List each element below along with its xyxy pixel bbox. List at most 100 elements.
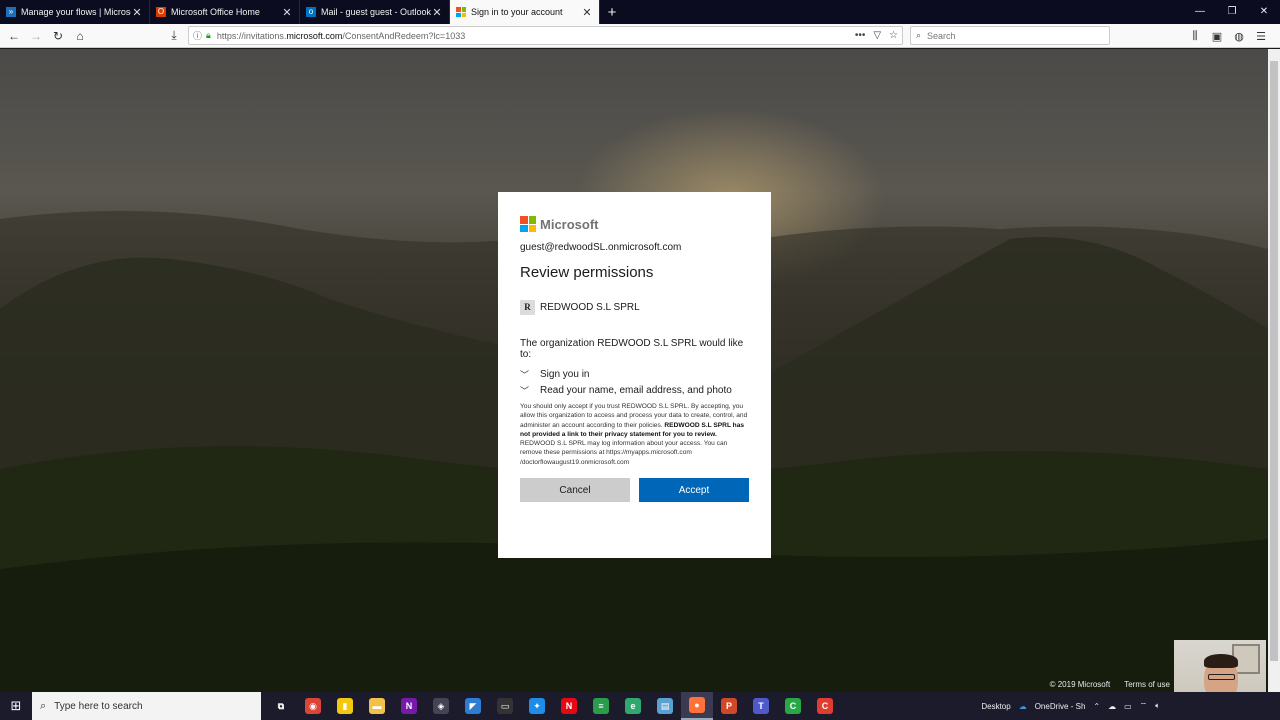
tab-office-home[interactable]: O Microsoft Office Home ✕ <box>150 0 300 24</box>
taskbar-apps: ⧉ ◉ ▮ ▬ N ◈ ◤ ▭ ✦ N ≡ e ▤ ● P T C C <box>265 692 841 720</box>
sidebar-icon[interactable]: ▣ <box>1206 30 1228 43</box>
tab-sign-in[interactable]: Sign in to your account ✕ <box>450 0 600 24</box>
taskbar-app-camtasia-green[interactable]: C <box>777 692 809 720</box>
cancel-button[interactable]: Cancel <box>520 478 630 503</box>
tab-label: Sign in to your account <box>471 7 563 17</box>
taskbar-search-box[interactable]: ⌕ Type here to search <box>32 692 261 720</box>
url-prefix: https://invitations. <box>216 30 287 41</box>
terms-of-use-link[interactable]: Terms of use <box>1124 680 1170 689</box>
taskbar-app-file-explorer[interactable]: ▬ <box>361 692 393 720</box>
permission-read-profile[interactable]: ﹀ Read your name, email address, and pho… <box>520 384 749 397</box>
search-icon: ⌕ <box>40 699 47 712</box>
browser-tab-bar: » Manage your flows | Microsoft ✕ O Micr… <box>0 0 1280 24</box>
file-explorer-icon: ▬ <box>369 698 385 714</box>
windows-taskbar: ⊞ ⌕ Type here to search ⧉ ◉ ▮ ▬ N ◈ ◤ ▭ ✦ N ≡ e ▤ ● P T… <box>0 692 1280 720</box>
forward-icon[interactable]: → <box>25 29 47 43</box>
taskbar-search-placeholder: Type here to search <box>54 700 143 712</box>
download-icon[interactable]: ⤓ <box>163 28 185 43</box>
tab-manage-flows[interactable]: » Manage your flows | Microsoft ✕ <box>0 0 150 24</box>
permission-sign-in[interactable]: ﹀ Sign you in <box>520 368 749 381</box>
stack-icon: ≡ <box>593 698 609 714</box>
volume-icon[interactable]: 🔈︎ <box>1155 701 1160 711</box>
network-icon[interactable]: ⌔ <box>1140 701 1148 711</box>
info-icon[interactable]: ⓘ <box>193 29 202 42</box>
chevron-up-icon[interactable]: ⌃ <box>1093 702 1100 711</box>
taskbar-app-edge[interactable]: e <box>617 692 649 720</box>
firefox-icon: ● <box>689 697 705 713</box>
office-icon: O <box>156 7 166 17</box>
taskbar-app-powerbi[interactable]: ▮ <box>329 692 361 720</box>
taskbar-app-task-view[interactable]: ⧉ <box>265 692 297 720</box>
taskbar-app-camtasia-red[interactable]: C <box>809 692 841 720</box>
outlook-icon: o <box>306 7 316 17</box>
page-actions-icon[interactable]: ••• <box>855 30 866 41</box>
person-hair <box>1204 654 1238 668</box>
brand-name: Microsoft <box>540 216 599 232</box>
library-icon[interactable]: ⫼ <box>1184 30 1206 43</box>
tab-outlook-mail[interactable]: o Mail - guest guest - Outlook ✕ <box>300 0 450 24</box>
close-tab-icon[interactable]: ✕ <box>281 6 293 19</box>
reload-icon[interactable]: ↻ <box>47 29 69 43</box>
taskbar-app-firefox[interactable]: ● <box>681 692 713 720</box>
bookmark-star-icon[interactable]: ☆ <box>889 30 898 41</box>
permissions-intro: The organization REDWOOD S.L SPRL would … <box>520 338 744 360</box>
taskbar-app-visual-studio[interactable]: ◤ <box>457 692 489 720</box>
url-bar[interactable]: ⓘ 🔒︎ https://invitations.microsoft.com/C… <box>188 26 903 45</box>
search-placeholder: Search <box>927 30 956 41</box>
powerbi-icon: ▮ <box>337 698 353 714</box>
notepad-icon: ▤ <box>657 698 673 714</box>
page-footer: © 2019 Microsoft Terms of use <box>1050 680 1170 689</box>
windows-start-icon[interactable]: ⊞ <box>0 692 32 720</box>
taskbar-app-mindmap[interactable]: ◈ <box>425 692 457 720</box>
permission-label: Read your name, email address, and photo <box>540 385 732 396</box>
menu-icon[interactable]: ☰ <box>1250 30 1272 43</box>
taskbar-app-netflix[interactable]: N <box>553 692 585 720</box>
back-icon[interactable]: ← <box>3 29 25 43</box>
tab-label: Mail - guest guest - Outlook <box>321 7 431 17</box>
taskbar-app-notepad[interactable]: ▤ <box>649 692 681 720</box>
pocket-icon[interactable]: ▽ <box>873 30 881 41</box>
new-tab-icon[interactable]: + <box>600 0 624 24</box>
consent-dialog: Microsoft guest@redwoodSL.onmicrosoft.co… <box>498 192 771 558</box>
close-tab-icon[interactable]: ✕ <box>131 6 143 19</box>
chrome-icon: ◉ <box>305 698 321 714</box>
copyright-text: © 2019 Microsoft <box>1049 680 1111 689</box>
search-bar[interactable]: ⌕ Search <box>910 26 1110 45</box>
mindmap-icon: ◈ <box>433 698 449 714</box>
task-view-icon: ⧉ <box>273 698 289 714</box>
permission-label: Sign you in <box>540 369 590 380</box>
taskbar-app-sync[interactable]: ✦ <box>521 692 553 720</box>
onedrive-icon[interactable]: ☁ <box>1019 702 1027 711</box>
chevron-down-icon[interactable]: ﹀ <box>520 384 534 397</box>
taskbar-app-teams[interactable]: T <box>745 692 777 720</box>
close-tab-icon[interactable]: ✕ <box>431 6 443 19</box>
onedrive-toolbar[interactable]: OneDrive - Sh <box>1035 702 1086 711</box>
restore-icon[interactable]: ❐ <box>1216 0 1248 24</box>
battery-icon[interactable]: ▭ <box>1124 702 1132 711</box>
chevron-down-icon[interactable]: ﹀ <box>520 368 534 381</box>
accept-button[interactable]: Accept <box>639 478 749 503</box>
taskbar-app-powerpoint[interactable]: P <box>713 692 745 720</box>
taskbar-app-chrome[interactable]: ◉ <box>297 692 329 720</box>
tab-label: Microsoft Office Home <box>171 7 260 17</box>
account-icon[interactable]: ◍ <box>1228 30 1250 43</box>
taskbar-app-onenote[interactable]: N <box>393 692 425 720</box>
camtasia-green-icon: C <box>785 698 801 714</box>
url-host: microsoft.com <box>286 30 343 41</box>
taskbar-app-stack[interactable]: ≡ <box>585 692 617 720</box>
close-tab-icon[interactable]: ✕ <box>581 6 593 19</box>
desktop-toolbar[interactable]: Desktop <box>981 702 1010 711</box>
microsoft-logo: Microsoft <box>520 216 749 232</box>
close-window-icon[interactable]: ✕ <box>1248 0 1280 24</box>
home-icon[interactable]: ⌂ <box>69 29 91 43</box>
cloud-icon[interactable]: ☁ <box>1108 702 1116 711</box>
terminal-icon: ▭ <box>497 698 513 714</box>
page-scrollbar[interactable] <box>1268 49 1280 692</box>
visual-studio-icon: ◤ <box>465 698 481 714</box>
taskbar-app-terminal[interactable]: ▭ <box>489 692 521 720</box>
scrollbar-thumb[interactable] <box>1270 61 1278 661</box>
sync-icon: ✦ <box>529 698 545 714</box>
minimize-icon[interactable]: — <box>1184 0 1216 24</box>
tab-label: Manage your flows | Microsoft <box>21 7 131 17</box>
microsoft-icon <box>456 7 466 17</box>
